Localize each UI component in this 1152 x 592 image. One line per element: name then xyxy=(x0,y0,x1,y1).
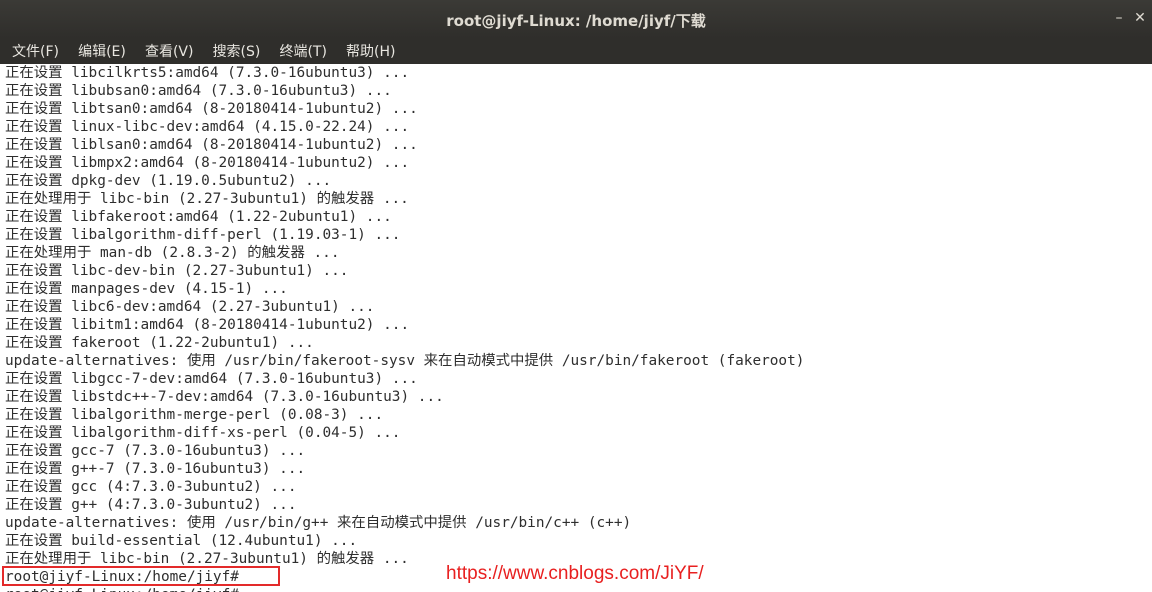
menu-edit[interactable]: 编辑(E) xyxy=(78,41,126,61)
terminal-line: 正在设置 manpages-dev (4.15-1) ... xyxy=(5,281,288,297)
terminal-line: 正在设置 linux-libc-dev:amd64 (4.15.0-22.24)… xyxy=(5,119,410,135)
terminal-line: 正在设置 libc6-dev:amd64 (2.27-3ubuntu1) ... xyxy=(5,299,375,315)
menu-help[interactable]: 帮助(H) xyxy=(346,41,395,61)
terminal-line: 正在设置 libcilkrts5:amd64 (7.3.0-16ubuntu3)… xyxy=(5,65,410,81)
terminal-line: 正在设置 libc-dev-bin (2.27-3ubuntu1) ... xyxy=(5,263,349,279)
minimize-icon[interactable]: – xyxy=(1110,9,1128,27)
terminal-line: 正在设置 gcc (4:7.3.0-3ubuntu2) ... xyxy=(5,479,297,495)
menu-search[interactable]: 搜索(S) xyxy=(213,41,261,61)
terminal-line: 正在设置 libalgorithm-diff-xs-perl (0.04-5) … xyxy=(5,425,401,441)
close-icon[interactable]: ✕ xyxy=(1131,9,1149,27)
terminal-line: 正在设置 libitm1:amd64 (8-20180414-1ubuntu2)… xyxy=(5,317,410,333)
terminal-line: update-alternatives: 使用 /usr/bin/fakeroo… xyxy=(5,353,805,369)
terminal-line: 正在设置 g++ (4:7.3.0-3ubuntu2) ... xyxy=(5,497,297,513)
terminal-line: 正在设置 libtsan0:amd64 (8-20180414-1ubuntu2… xyxy=(5,101,418,117)
menu-terminal[interactable]: 终端(T) xyxy=(279,41,326,61)
terminal-line: 正在设置 libgcc-7-dev:amd64 (7.3.0-16ubuntu3… xyxy=(5,371,418,387)
terminal-line: 正在设置 g++-7 (7.3.0-16ubuntu3) ... xyxy=(5,461,306,477)
highlight-box xyxy=(2,566,280,586)
terminal-window: root@jiyf-Linux: /home/jiyf/下载 – ✕ 文件(F)… xyxy=(0,0,1152,592)
window-title: root@jiyf-Linux: /home/jiyf/下载 xyxy=(446,12,706,30)
shell-prompt-line: root@jiyf-Linux:/home/jiyf# xyxy=(5,586,239,592)
menu-file[interactable]: 文件(F) xyxy=(12,41,59,61)
title-bar[interactable]: root@jiyf-Linux: /home/jiyf/下载 – ✕ xyxy=(0,0,1152,38)
terminal-line: update-alternatives: 使用 /usr/bin/g++ 来在自… xyxy=(5,515,632,531)
terminal-line: 正在设置 build-essential (12.4ubuntu1) ... xyxy=(5,533,358,549)
terminal-line: 正在设置 liblsan0:amd64 (8-20180414-1ubuntu2… xyxy=(5,137,418,153)
terminal-line: 正在设置 libstdc++-7-dev:amd64 (7.3.0-16ubun… xyxy=(5,389,444,405)
menu-bar: 文件(F) 编辑(E) 查看(V) 搜索(S) 终端(T) 帮助(H) xyxy=(0,38,1152,64)
terminal-line: 正在设置 libalgorithm-diff-perl (1.19.03-1) … xyxy=(5,227,401,243)
terminal-line: 正在设置 libubsan0:amd64 (7.3.0-16ubuntu3) .… xyxy=(5,83,392,99)
terminal-output[interactable]: 正在设置 libcilkrts5:amd64 (7.3.0-16ubuntu3)… xyxy=(0,64,1152,592)
terminal-line: 正在设置 gcc-7 (7.3.0-16ubuntu3) ... xyxy=(5,443,306,459)
terminal-line: 正在设置 libmpx2:amd64 (8-20180414-1ubuntu2)… xyxy=(5,155,410,171)
menu-view[interactable]: 查看(V) xyxy=(145,41,194,61)
terminal-line: 正在设置 dpkg-dev (1.19.0.5ubuntu2) ... xyxy=(5,173,332,189)
terminal-line: 正在设置 fakeroot (1.22-2ubuntu1) ... xyxy=(5,335,314,351)
terminal-line: 正在处理用于 libc-bin (2.27-3ubuntu1) 的触发器 ... xyxy=(5,191,409,207)
terminal-line: 正在设置 libalgorithm-merge-perl (0.08-3) ..… xyxy=(5,407,384,423)
terminal-line: 正在设置 libfakeroot:amd64 (1.22-2ubuntu1) .… xyxy=(5,209,392,225)
watermark-url: https://www.cnblogs.com/JiYF/ xyxy=(446,563,704,584)
terminal-line: 正在处理用于 man-db (2.8.3-2) 的触发器 ... xyxy=(5,245,340,261)
